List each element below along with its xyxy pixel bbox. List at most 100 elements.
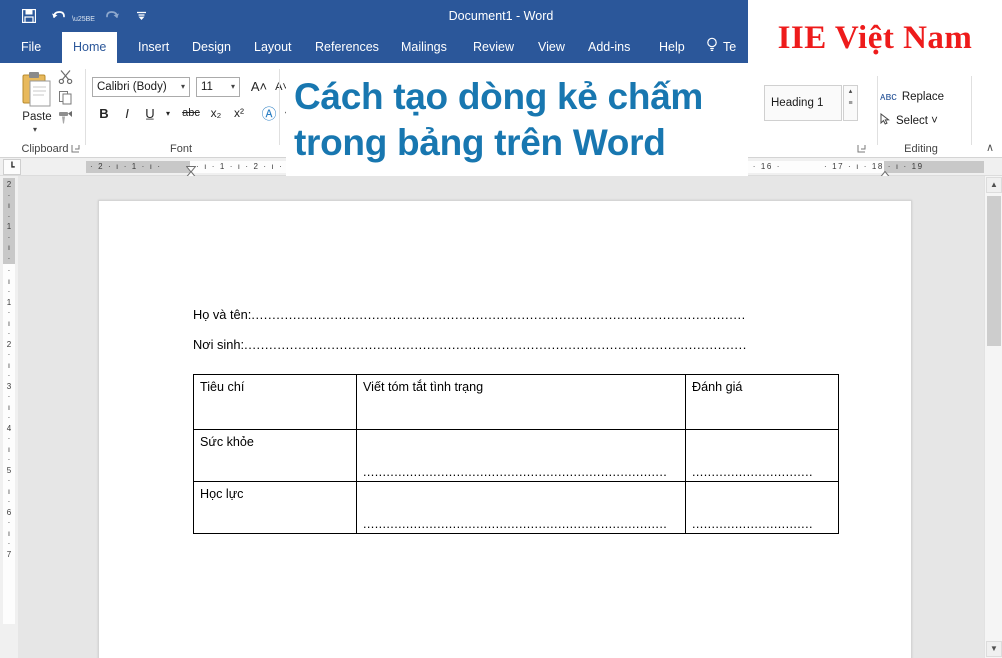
cell-rating-health[interactable]: ............................... <box>685 429 839 482</box>
overlay-title-line-2: trong bảng trên Word <box>294 121 666 163</box>
vruler-tick: · <box>7 253 11 263</box>
dot-leader: ............................... <box>692 465 813 479</box>
paste-icon[interactable] <box>20 71 54 109</box>
lightbulb-icon <box>706 32 718 63</box>
ruler-ticks-right-margin: · 17 · ı · 18 · ı · 19 <box>824 162 924 171</box>
styles-dialog-launcher[interactable] <box>857 144 866 155</box>
tab-file[interactable]: File <box>10 32 52 63</box>
collapse-ribbon-button[interactable]: ∧ <box>986 141 994 154</box>
vruler-tick: ı <box>7 243 11 252</box>
cell-summary-academics[interactable]: ........................................… <box>356 481 686 534</box>
vruler-tick: 2 <box>6 339 12 349</box>
group-label-font: Font <box>169 143 192 155</box>
cell-rating-academics[interactable]: ............................... <box>685 481 839 534</box>
vruler-tick: · <box>7 329 11 338</box>
vruler-tick: ı <box>7 486 11 496</box>
vruler-tick: 1 <box>6 297 12 307</box>
field-line-full-name[interactable]: Họ và tên:..............................… <box>193 307 853 322</box>
styles-scroll-up-icon[interactable]: ▴ <box>844 86 857 98</box>
tab-layout[interactable]: Layout <box>243 32 303 63</box>
vruler-tick: ı <box>7 402 11 412</box>
label-full-name: Họ và tên: <box>193 307 252 322</box>
scroll-down-arrow-icon[interactable]: ▼ <box>986 641 1002 657</box>
table-header-criterion[interactable]: Tiêu chí <box>193 374 357 430</box>
styles-more-icon[interactable]: ≡ <box>844 98 857 110</box>
styles-gallery-scroll[interactable]: ▴ ≡ <box>843 85 858 121</box>
vruler-tick: · <box>7 211 11 221</box>
font-size-caret-icon[interactable]: ▾ <box>231 78 235 96</box>
cell-summary-health[interactable]: ........................................… <box>356 429 686 482</box>
bold-button[interactable]: B <box>94 103 114 123</box>
font-size-combo[interactable]: 11 ▾ <box>196 77 240 97</box>
paste-dropdown-caret-icon[interactable]: ▾ <box>33 125 37 134</box>
style-heading-1[interactable]: Heading 1 <box>764 85 842 121</box>
vruler-tick: · <box>7 371 11 380</box>
clipboard-dialog-launcher[interactable] <box>71 144 80 155</box>
vruler-tick: ı <box>7 444 11 454</box>
underline-dropdown-caret-icon[interactable]: ▾ <box>162 106 174 120</box>
font-name-combo[interactable]: Calibri (Body) ▾ <box>92 77 190 97</box>
vruler-tick: · <box>7 434 11 443</box>
tab-review[interactable]: Review <box>462 32 525 63</box>
dot-leader: ........................................… <box>363 465 668 479</box>
field-line-birthplace[interactable]: Nơi sinh:...............................… <box>193 337 853 352</box>
cell-criterion-health[interactable]: Sức khỏe <box>193 429 357 482</box>
brand-text: IIE Việt Nam <box>777 19 973 56</box>
table-row: Sức khỏe ...............................… <box>193 429 839 482</box>
text-effects-button[interactable]: Ⓐ <box>258 103 280 123</box>
vertical-ruler[interactable]: 2 · ı · 1 · ı · · ı · 1 · ı · 2 · ı · 3 … <box>0 176 18 658</box>
cell-criterion-academics[interactable]: Học lực <box>193 481 357 534</box>
font-name-caret-icon[interactable]: ▾ <box>181 78 185 96</box>
font-name-value: Calibri (Body) <box>97 81 167 93</box>
tab-add-ins[interactable]: Add-ins <box>577 32 641 63</box>
cursor-arrow-icon <box>880 112 891 128</box>
vruler-ticks-main: · ı · 1 · ı · 2 · ı · 3 · ı · 4 · ı · 5 … <box>3 266 15 560</box>
dot-leader: ........................................… <box>251 307 746 322</box>
replace-button[interactable]: ᴀʙᴄ Replace <box>880 91 944 103</box>
superscript-button[interactable]: x² <box>229 103 249 123</box>
table-row: Học lực ................................… <box>193 481 839 534</box>
vruler-tick: ı <box>7 318 11 328</box>
document-page[interactable]: Họ và tên:..............................… <box>98 200 912 658</box>
tab-home[interactable]: Home <box>62 32 118 63</box>
overlay-title-banner: Cách tạo dòng kẻ chấm trong bảng trên Wo… <box>286 63 748 176</box>
table-header-summary[interactable]: Viết tóm tắt tình trạng <box>356 374 686 430</box>
tab-design[interactable]: Design <box>181 32 242 63</box>
group-separator <box>971 69 972 145</box>
underline-button[interactable]: U̲ <box>140 103 160 123</box>
evaluation-table[interactable]: Tiêu chí Viết tóm tắt tình trạng Đánh gi… <box>193 374 839 534</box>
vruler-tick: · <box>7 497 11 506</box>
tell-me-label: Te <box>723 40 737 54</box>
ribbon-group-font: Calibri (Body) ▾ 11 ▾ A˄ A˅ B I U̲ ▾ abc… <box>86 63 289 158</box>
group-label-editing: Editing <box>904 143 938 155</box>
tab-references[interactable]: References <box>304 32 390 63</box>
vruler-tick: · <box>7 266 11 275</box>
scrollbar-thumb[interactable] <box>987 196 1001 346</box>
format-painter-icon[interactable] <box>58 110 74 128</box>
vruler-tick: 6 <box>6 507 12 517</box>
tell-me-search[interactable]: Te <box>706 32 736 63</box>
grow-font-button[interactable]: A˄ <box>248 75 270 97</box>
replace-label: Replace <box>901 91 945 103</box>
document-content[interactable]: Họ và tên:..............................… <box>193 307 853 534</box>
document-canvas[interactable]: Họ và tên:..............................… <box>18 176 984 658</box>
tab-view[interactable]: View <box>527 32 576 63</box>
dot-leader: ........................................… <box>363 517 668 531</box>
vruler-tick: · <box>7 350 11 359</box>
tab-insert[interactable]: Insert <box>127 32 180 63</box>
tab-help[interactable]: Help <box>648 32 696 63</box>
tab-stop-selector-icon[interactable]: ┗ <box>3 159 21 175</box>
strikethrough-button[interactable]: abc <box>178 104 204 122</box>
vertical-scrollbar[interactable]: ▲ ▼ <box>984 176 1002 658</box>
italic-button[interactable]: I <box>117 103 137 123</box>
copy-icon[interactable] <box>58 90 73 108</box>
vruler-tick: 3 <box>6 381 12 391</box>
cut-icon[interactable] <box>58 69 73 87</box>
scroll-up-arrow-icon[interactable]: ▲ <box>986 177 1002 193</box>
tab-mailings[interactable]: Mailings <box>390 32 458 63</box>
label-birthplace: Nơi sinh: <box>193 337 245 352</box>
subscript-button[interactable]: x₂ <box>206 103 226 123</box>
select-button[interactable]: Select ˅ <box>880 112 938 128</box>
vruler-tick: · <box>7 308 11 317</box>
table-header-rating[interactable]: Đánh giá <box>685 374 839 430</box>
